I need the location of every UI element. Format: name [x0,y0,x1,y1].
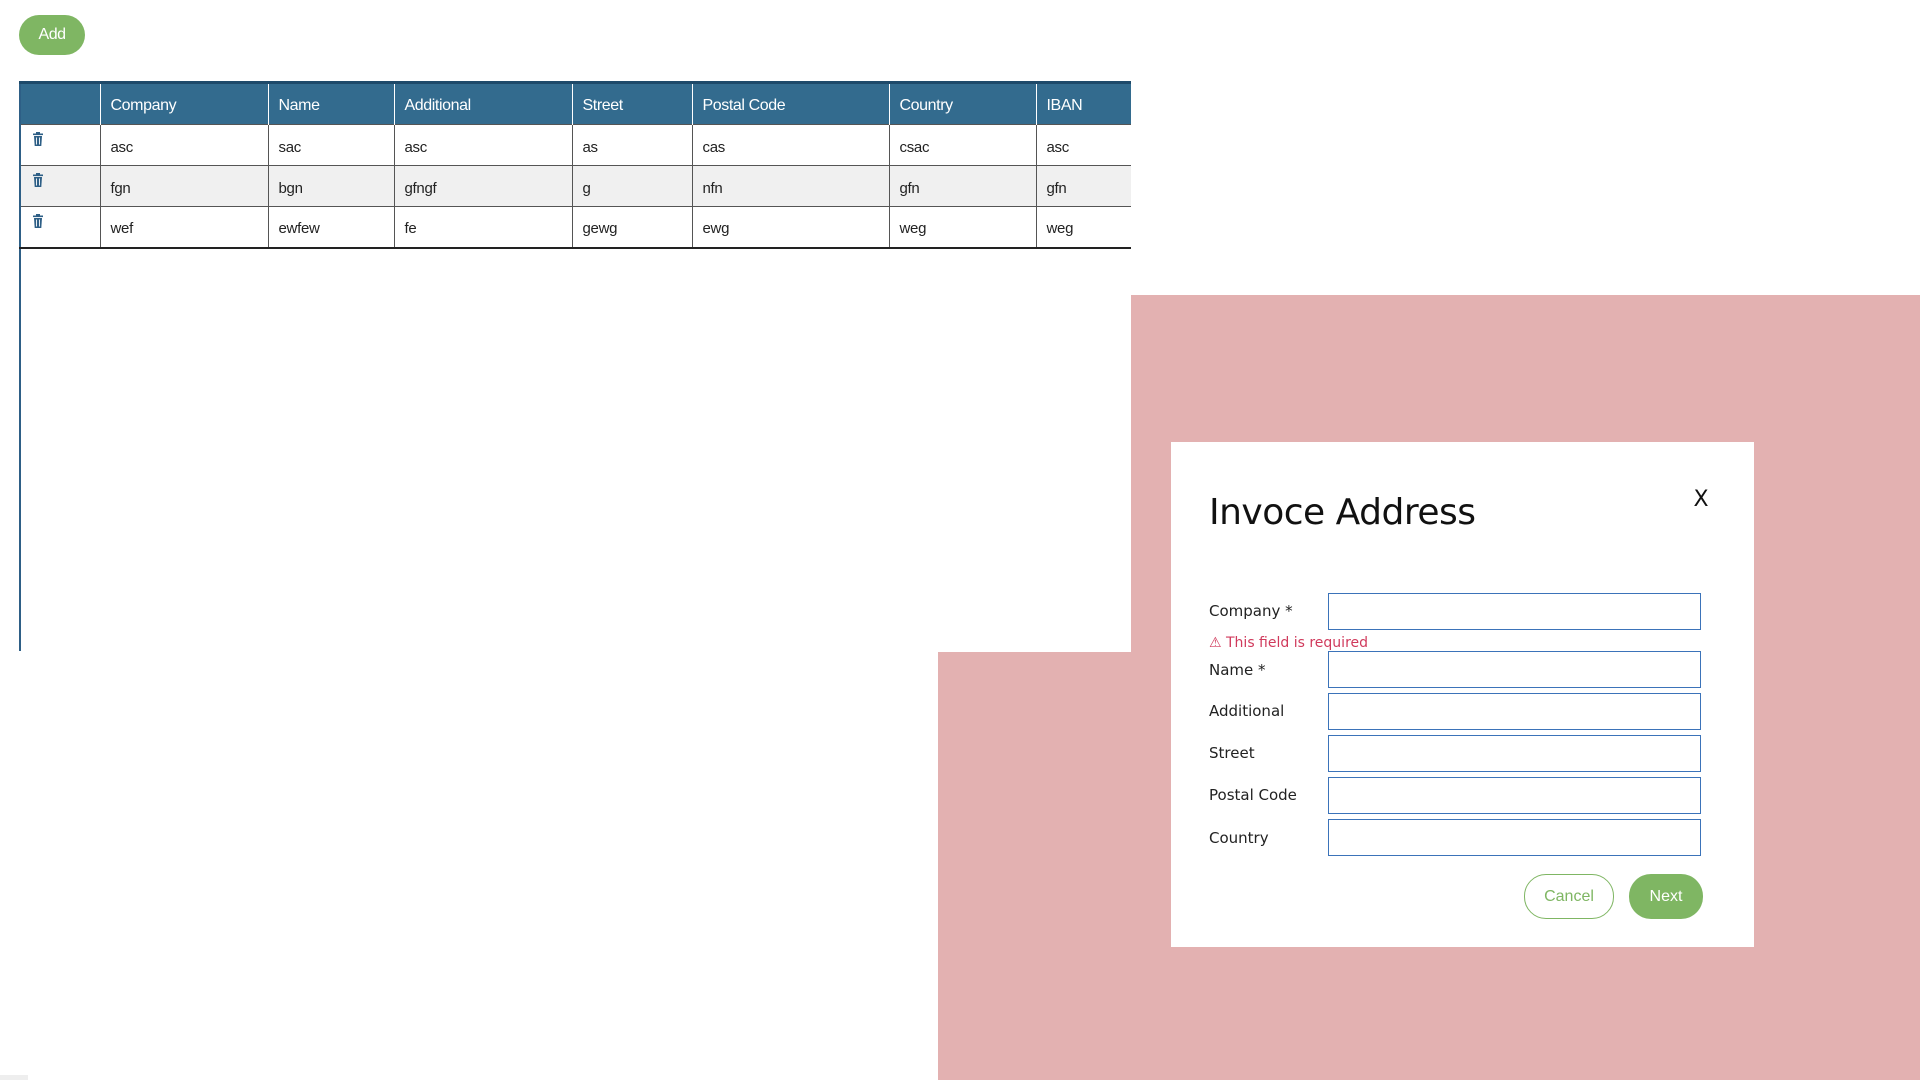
address-table: Company Name Additional Street Postal Co… [19,81,1131,249]
cancel-button[interactable]: Cancel [1524,874,1614,919]
trash-icon[interactable] [33,213,43,228]
cell-company: fgn [99,165,268,207]
cell-postal-code: nfn [691,165,889,207]
column-header-actions [19,81,100,125]
cell-iban: weg [1035,206,1131,249]
postal-code-label: Postal Code [1209,786,1297,804]
column-header-country[interactable]: Country [888,81,1036,125]
company-error-message: ⚠ This field is required [1209,635,1369,651]
cell-company: asc [99,124,268,166]
trash-icon[interactable] [33,173,43,187]
row-actions-cell [19,165,100,207]
country-field[interactable] [1328,819,1701,856]
row-actions-cell [19,124,100,166]
cell-street: g [571,165,692,207]
country-label: Country [1209,829,1269,847]
add-button[interactable]: Add [19,15,85,55]
column-header-name[interactable]: Name [267,81,394,125]
close-button[interactable]: X [1686,484,1716,514]
street-label: Street [1209,744,1255,762]
cell-name: sac [267,124,394,166]
cell-street: gewg [571,206,692,249]
column-header-additional[interactable]: Additional [393,81,572,125]
cell-additional: asc [393,124,572,166]
row-actions-cell [19,206,100,249]
postal-code-field[interactable] [1328,777,1701,814]
company-label: Company * [1209,602,1293,620]
cell-postal-code: ewg [691,206,889,249]
corner-divider [0,1075,28,1080]
column-header-street[interactable]: Street [571,81,692,125]
name-field[interactable] [1328,651,1701,688]
address-table-container: Company Name Additional Street Postal Co… [19,81,1131,651]
column-header-iban[interactable]: IBAN [1035,81,1131,125]
table-row[interactable]: wef ewfew fe gewg ewg weg weg [19,206,1131,249]
cell-company: wef [99,206,268,249]
cell-postal-code: cas [691,124,889,166]
street-field[interactable] [1328,735,1701,772]
additional-field[interactable] [1328,693,1701,730]
table-row[interactable]: fgn bgn gfngf g nfn gfn gfn [19,165,1131,207]
cell-country: csac [888,124,1036,166]
cell-additional: gfngf [393,165,572,207]
name-label: Name * [1209,661,1266,679]
next-button[interactable]: Next [1629,874,1703,919]
cell-additional: fe [393,206,572,249]
column-header-postal-code[interactable]: Postal Code [691,81,889,125]
company-field[interactable] [1328,593,1701,630]
additional-label: Additional [1209,702,1285,720]
cell-iban: asc [1035,124,1131,166]
invoice-address-dialog: Invoce Address X Company * ⚠ This field … [1171,442,1754,947]
table-header-row: Company Name Additional Street Postal Co… [19,81,1131,125]
cell-iban: gfn [1035,165,1131,207]
dialog-title: Invoce Address [1209,492,1476,533]
column-header-company[interactable]: Company [99,81,268,125]
cell-country: weg [888,206,1036,249]
cell-name: bgn [267,165,394,207]
cell-name: ewfew [267,206,394,249]
cell-street: as [571,124,692,166]
trash-icon[interactable] [33,132,43,146]
cell-country: gfn [888,165,1036,207]
table-row[interactable]: asc sac asc as cas csac asc [19,124,1131,166]
